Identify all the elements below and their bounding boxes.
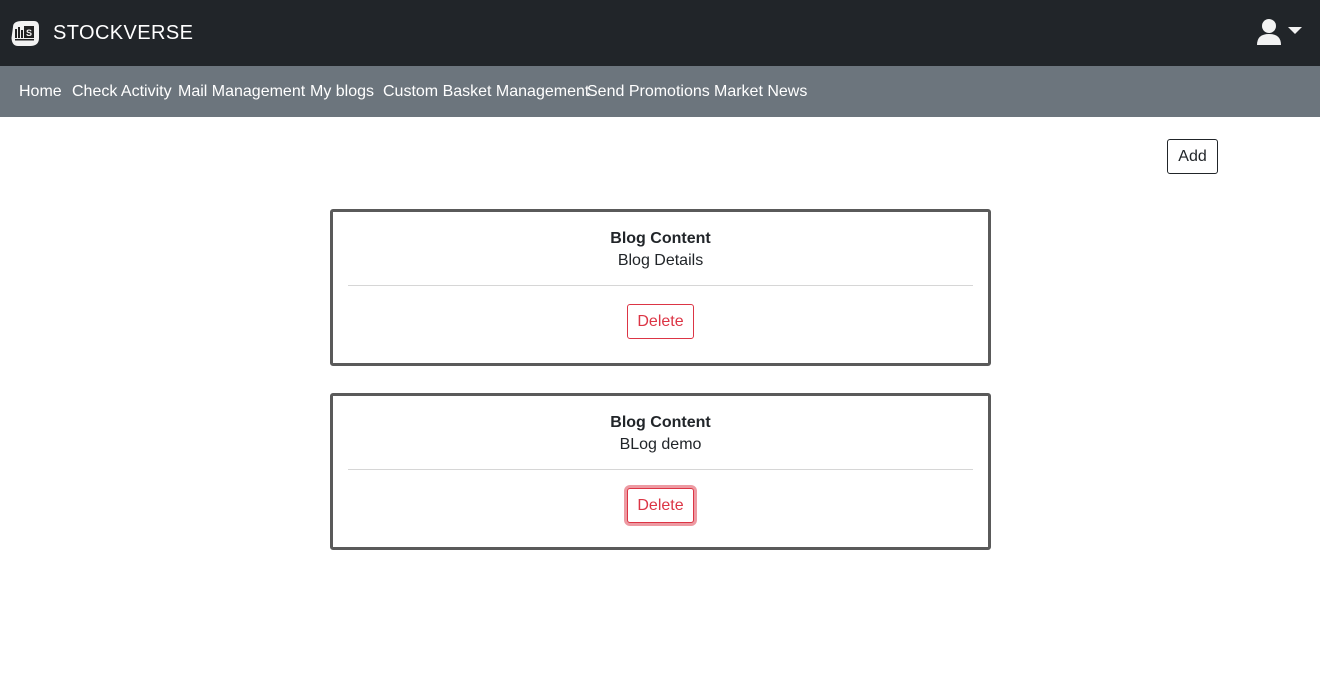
brand-name: STOCKVERSE [53, 22, 194, 44]
card-divider [348, 469, 973, 470]
nav-market-news[interactable]: Market News [714, 82, 807, 101]
user-icon [1257, 19, 1281, 45]
brand[interactable]: S STOCKVERSE [10, 18, 193, 48]
nav-home[interactable]: Home [19, 82, 62, 101]
blog-text: Blog Details [617, 252, 704, 269]
card-divider [348, 285, 973, 286]
delete-blog-button[interactable]: Delete [627, 304, 694, 339]
nav-mail-management[interactable]: Mail Management [178, 82, 305, 101]
blog-card: Blog Content Blog Details Delete [330, 209, 991, 366]
blog-title: Blog Content [610, 414, 711, 431]
caret-down-icon [1288, 27, 1302, 34]
main-nav: Home Check Activity Mail Management My b… [0, 66, 1320, 117]
svg-text:S: S [26, 28, 32, 38]
nav-custom-basket-management[interactable]: Custom Basket Management [383, 82, 589, 101]
nav-send-promotions[interactable]: Send Promotions [587, 82, 710, 101]
user-menu-toggle[interactable] [1255, 17, 1305, 49]
top-header: S STOCKVERSE [0, 0, 1320, 66]
blog-card: Blog Content BLog demo Delete [330, 393, 991, 550]
blog-text: BLog demo [619, 436, 702, 453]
nav-check-activity[interactable]: Check Activity [72, 82, 172, 101]
blog-title: Blog Content [610, 230, 711, 247]
delete-blog-button[interactable]: Delete [627, 488, 694, 523]
nav-my-blogs[interactable]: My blogs [310, 82, 374, 101]
add-blog-button[interactable]: Add [1167, 139, 1218, 174]
stockverse-logo-icon: S [10, 18, 40, 48]
